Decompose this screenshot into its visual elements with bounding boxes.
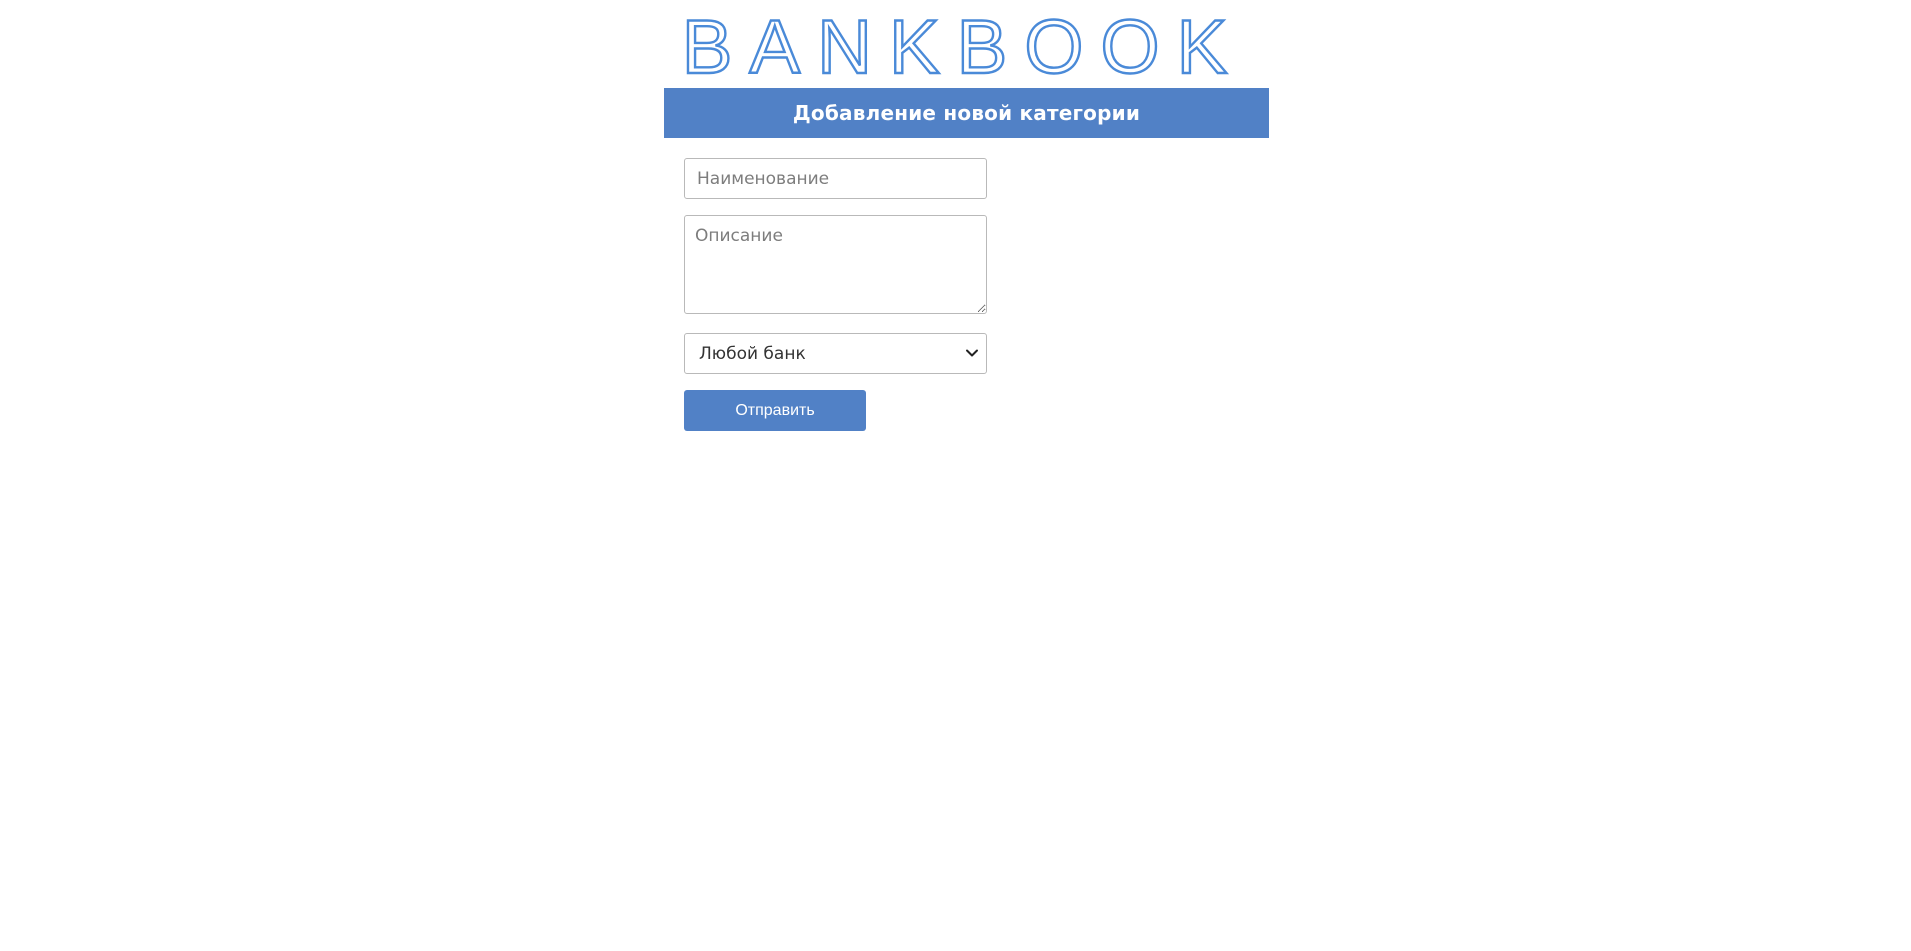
bank-select[interactable]: Любой банк [684, 333, 987, 374]
bank-select-wrapper: Любой банк [684, 333, 987, 374]
bank-select-value: Любой банк [699, 343, 806, 364]
chevron-down-icon [966, 349, 978, 357]
description-textarea[interactable] [684, 215, 987, 314]
add-category-form: Любой банк Отправить [684, 158, 987, 431]
page-title: Добавление новой категории [792, 101, 1141, 125]
logo-text: BANKBOOK [682, 5, 1245, 84]
name-input[interactable] [684, 158, 987, 199]
submit-button[interactable]: Отправить [684, 390, 866, 431]
page-header: Добавление новой категории [664, 88, 1269, 138]
bankbook-logo-wordmark: BANKBOOK [681, 4, 1245, 84]
page: BANKBOOK Добавление новой категории Любо… [0, 0, 1911, 951]
bankbook-logo: BANKBOOK [660, 4, 1266, 84]
